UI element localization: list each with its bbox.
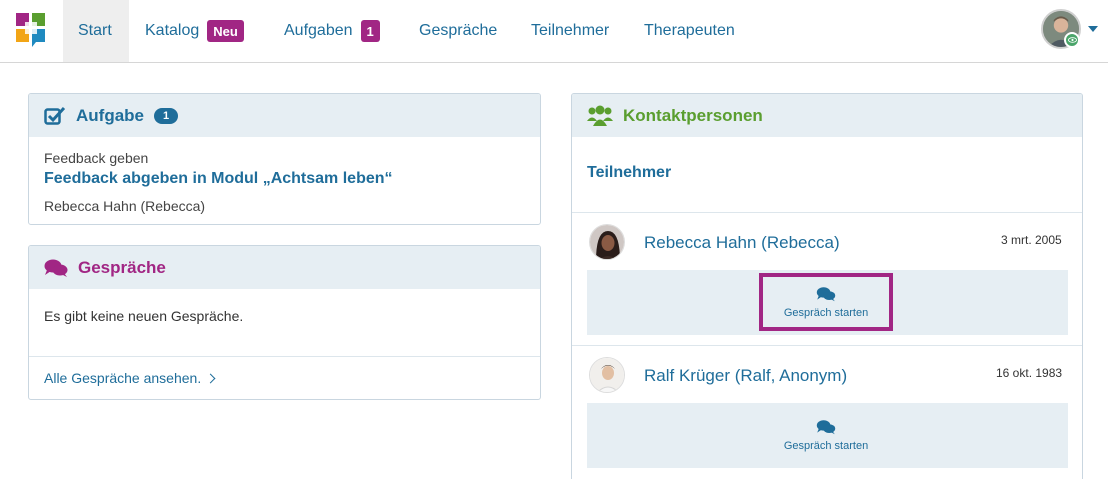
chat-bubbles-icon bbox=[44, 259, 68, 277]
nav-gespraeche[interactable]: Gespräche bbox=[404, 0, 512, 62]
divider bbox=[29, 356, 540, 357]
contacts-panel-title: Kontaktpersonen bbox=[623, 105, 763, 125]
top-navbar: Start Katalog Neu Aufgaben 1 Gespräche T… bbox=[0, 0, 1108, 63]
chat-bubbles-icon bbox=[816, 286, 836, 301]
nav-start[interactable]: Start bbox=[63, 0, 129, 62]
conversations-panel-title: Gespräche bbox=[78, 257, 166, 277]
contacts-panel-header: Kontaktpersonen bbox=[572, 94, 1082, 137]
all-conversations-label: Alle Gespräche ansehen. bbox=[44, 370, 202, 386]
task-count-badge: 1 bbox=[360, 20, 380, 42]
nav-start-label: Start bbox=[78, 22, 112, 39]
no-conversations-text: Es gibt keine neuen Gespräche. bbox=[44, 308, 244, 324]
contact-date: 16 okt. 1983 bbox=[996, 366, 1063, 380]
avatar bbox=[589, 224, 625, 260]
start-conversation-button[interactable]: Gespräch starten bbox=[759, 273, 893, 331]
nav-aufgaben-label: Aufgaben bbox=[284, 22, 353, 39]
eye-icon bbox=[1064, 32, 1080, 48]
task-panel-header: Aufgabe 1 bbox=[29, 94, 540, 137]
chat-bubbles-icon bbox=[816, 419, 836, 434]
new-badge: Neu bbox=[207, 20, 244, 42]
task-panel: Aufgabe 1 Feedback geben Feedback abgebe… bbox=[28, 93, 541, 225]
contact-actions: Gespräch starten bbox=[587, 270, 1068, 335]
conversations-panel-header: Gespräche bbox=[29, 246, 540, 289]
contact-actions: Gespräch starten bbox=[587, 403, 1068, 468]
avatar bbox=[589, 357, 625, 393]
divider bbox=[572, 345, 1082, 346]
nav-katalog-label: Katalog bbox=[145, 22, 200, 39]
task-type: Feedback geben bbox=[44, 150, 149, 166]
contacts-panel: Kontaktpersonen Teilnehmer Rebecca Hahn … bbox=[571, 93, 1083, 479]
task-panel-title: Aufgabe bbox=[76, 105, 144, 125]
task-count-pill: 1 bbox=[154, 107, 178, 124]
conversations-panel: Gespräche Es gibt keine neuen Gespräche.… bbox=[28, 245, 541, 400]
start-conversation-label: Gespräch starten bbox=[783, 306, 869, 319]
start-conversation-button[interactable]: Gespräch starten bbox=[759, 406, 893, 464]
checkbox-icon bbox=[44, 106, 66, 125]
nav-therapeuten-label: Therapeuten bbox=[644, 22, 735, 39]
all-conversations-link[interactable]: Alle Gespräche ansehen. bbox=[44, 370, 216, 386]
divider bbox=[572, 212, 1082, 213]
participants-heading: Teilnehmer bbox=[587, 164, 672, 181]
contact-name-link[interactable]: Ralf Krüger (Ralf, Anonym) bbox=[644, 366, 847, 386]
caret-down-icon[interactable] bbox=[1088, 26, 1098, 32]
task-link[interactable]: Feedback abgeben in Modul „Achtsam leben… bbox=[44, 170, 393, 188]
contact-date: 3 mrt. 2005 bbox=[1001, 233, 1062, 247]
task-person: Rebecca Hahn (Rebecca) bbox=[44, 198, 206, 214]
nav-teilnehmer-label: Teilnehmer bbox=[531, 22, 610, 39]
chevron-right-icon bbox=[205, 373, 216, 383]
contact-name-link[interactable]: Rebecca Hahn (Rebecca) bbox=[644, 233, 840, 253]
start-conversation-label: Gespräch starten bbox=[783, 439, 869, 452]
users-icon bbox=[587, 105, 613, 126]
app-logo-icon[interactable] bbox=[16, 13, 46, 47]
nav-teilnehmer[interactable]: Teilnehmer bbox=[516, 0, 624, 62]
nav-katalog[interactable]: Katalog Neu bbox=[130, 0, 259, 62]
nav-therapeuten[interactable]: Therapeuten bbox=[629, 0, 750, 62]
nav-gespraeche-label: Gespräche bbox=[419, 22, 498, 39]
nav-aufgaben[interactable]: Aufgaben 1 bbox=[269, 0, 395, 62]
